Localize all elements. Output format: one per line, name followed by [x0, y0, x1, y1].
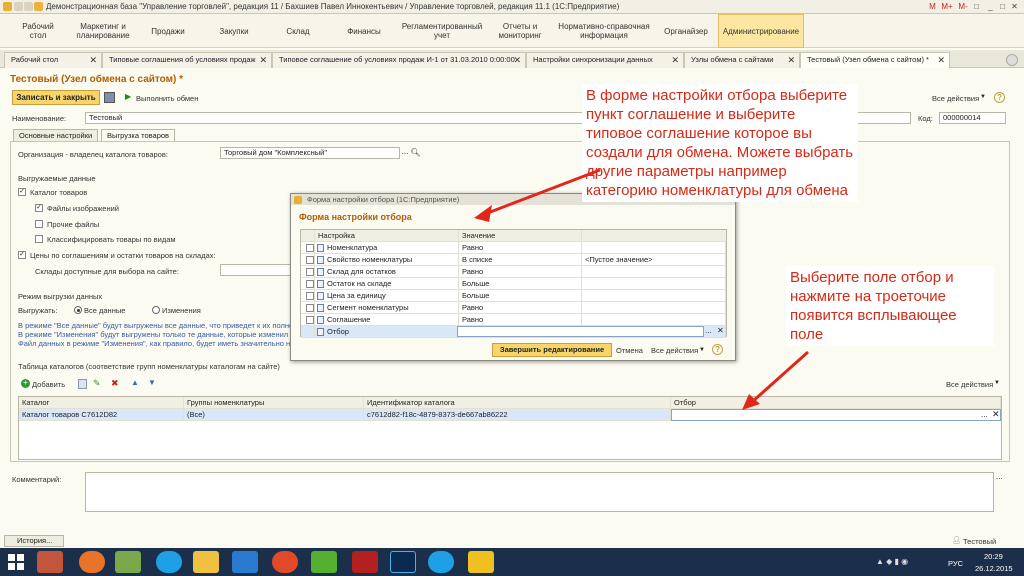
utorrent-icon[interactable] [311, 551, 337, 573]
photoshop-icon[interactable] [390, 551, 416, 573]
language-indicator[interactable]: РУС [948, 559, 963, 568]
tray-icons[interactable]: ▲ ◆ ▮ ◉ [876, 557, 908, 566]
windows-taskbar [0, 548, 1024, 576]
tools-app-icon[interactable] [37, 551, 63, 573]
filezilla-icon[interactable] [352, 551, 378, 573]
arrow-line [484, 168, 601, 216]
arrow-head [474, 205, 492, 222]
image-app-icon[interactable] [115, 551, 141, 573]
chrome-icon[interactable] [272, 551, 298, 573]
annotation-arrows [474, 168, 809, 410]
clock-date[interactable]: 26.12.2015 [975, 564, 1013, 573]
word-icon[interactable] [232, 551, 258, 573]
folder-icon[interactable] [193, 551, 219, 573]
firefox-icon[interactable] [79, 551, 105, 573]
skype-icon[interactable] [428, 551, 454, 573]
windows-start-icon[interactable] [6, 552, 26, 572]
skype-icon[interactable] [156, 551, 182, 573]
1c-icon[interactable] [468, 551, 494, 573]
arrow-line [751, 350, 809, 404]
clock-time[interactable]: 20:29 [984, 552, 1003, 561]
